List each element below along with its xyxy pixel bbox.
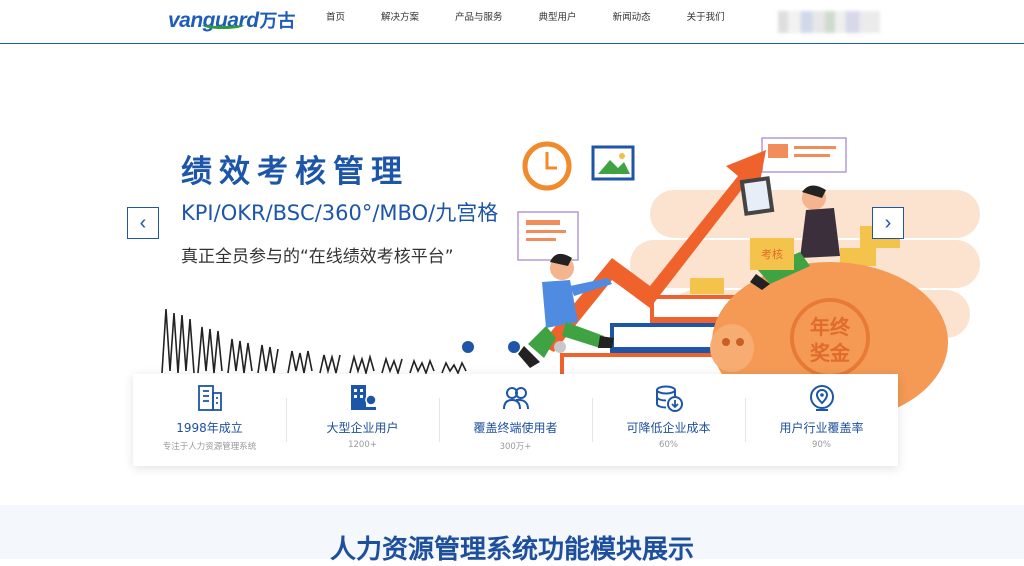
enterprise-user-icon [350,385,377,410]
stat-sub: 专注于人力资源管理系统 [162,442,257,452]
carousel-prev-button[interactable]: ‹ [127,207,159,239]
stat-item: 用户行业覆盖率 90% [745,374,898,466]
feature-section: 人力资源管理系统功能模块展示 [0,505,1024,565]
location-coverage-icon [809,385,834,411]
nav-home[interactable]: 首页 [326,0,345,36]
stat-item: 可降低企业成本 60% [592,374,745,466]
nav-products[interactable]: 产品与服务 [455,0,503,36]
stat-title: 可降低企业成本 [626,421,711,435]
logo-text-cn: 万古 [259,11,296,31]
stat-sub: 60% [659,440,678,450]
site-header: vanguard 万古 首页 解决方案 产品与服务 典型用户 新闻动态 关于我们 [0,0,1024,44]
stat-sub: 1200+ [348,440,377,450]
carousel-dot-3[interactable] [554,341,566,353]
nav-solutions[interactable]: 解决方案 [381,0,419,36]
stat-item: 1998年成立 专注于人力资源管理系统 [133,374,286,466]
chevron-right-icon: › [884,211,892,234]
stat-sub: 90% [812,440,831,450]
stat-sub: 300万+ [499,442,532,452]
main-nav: 首页 解决方案 产品与服务 典型用户 新闻动态 关于我们 [326,0,761,36]
cost-reduction-icon [655,385,683,412]
banner-headline: 绩效考核管理 [181,154,409,190]
stat-item: 覆盖终端使用者 300万+ [439,374,592,466]
stat-title: 覆盖终端使用者 [473,421,558,435]
carousel-dot-1[interactable] [462,341,474,353]
stat-title: 大型企业用户 [326,421,399,435]
blurred-contact-info [778,11,880,33]
users-icon [502,387,529,410]
carousel-indicators [462,341,600,353]
banner-tagline: 真正全员参与的“在线绩效考核平台” [181,247,454,267]
logo-swoosh [202,21,244,29]
pig-label-line1: 年终 [810,315,851,339]
carousel-dot-2[interactable] [508,341,520,353]
building-icon [197,385,222,411]
nav-customers[interactable]: 典型用户 [539,0,577,36]
stat-item: 大型企业用户 1200+ [286,374,439,466]
banner-subline: KPI/OKR/BSC/360°/MBO/九宫格 [181,201,499,225]
scribble-decoration [161,308,467,375]
carousel-next-button[interactable]: › [872,207,904,239]
stat-title: 1998年成立 [176,421,243,435]
section-title: 人力资源管理系统功能模块展示 [329,535,694,565]
chevron-left-icon: ‹ [139,211,147,234]
book-label: 考核 [761,247,783,261]
nav-about[interactable]: 关于我们 [687,0,725,36]
stat-title: 用户行业覆盖率 [779,421,864,435]
nav-news[interactable]: 新闻动态 [613,0,651,36]
performance-illustration: 年终 奖金 考核 [517,137,980,420]
stats-card: 1998年成立 专注于人力资源管理系统 大型企业用户 1200+ 覆盖终端使用者… [133,374,898,466]
pig-label-line2: 奖金 [810,341,851,365]
vanguard-logo[interactable]: vanguard 万古 [168,7,296,33]
